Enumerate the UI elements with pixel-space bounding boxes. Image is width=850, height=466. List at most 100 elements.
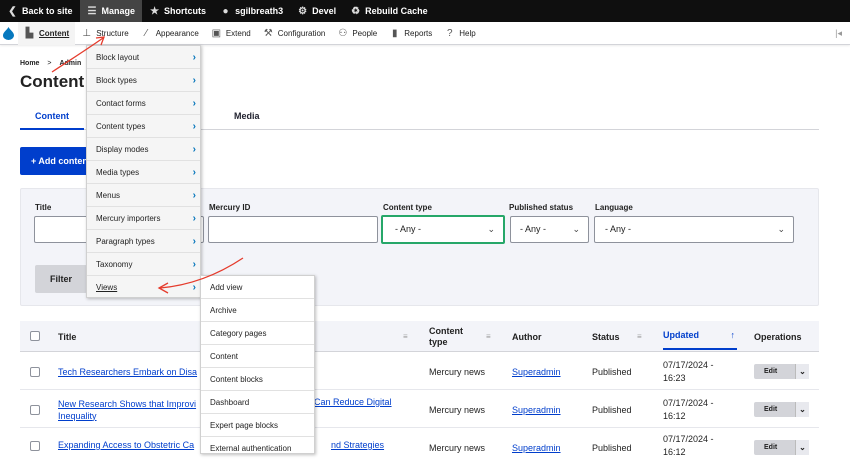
views-submenu: Add view Archive Category pages Content …	[200, 275, 315, 454]
manage-label: Manage	[101, 6, 136, 16]
chevron-down-icon: ⌄	[777, 224, 785, 234]
chevron-right-icon: ›	[192, 52, 196, 63]
menu-item-menus[interactable]: Menus ›	[87, 184, 200, 207]
tray-structure-label: Structure	[96, 28, 129, 38]
published-status-select[interactable]: - Any - ⌄	[510, 216, 589, 243]
row-updated-time: 16:12	[663, 410, 686, 421]
back-to-site-link[interactable]: ❮ Back to site	[0, 0, 80, 22]
breadcrumb-admin[interactable]: Admin	[59, 60, 81, 67]
tray-reports[interactable]: ▮ Reports	[383, 22, 438, 45]
menu-item-content-types[interactable]: Content types ›	[87, 115, 200, 138]
edit-dropbutton[interactable]: Edit ⌄	[754, 440, 809, 455]
drupal-logo[interactable]	[0, 22, 18, 45]
tab-content[interactable]: Content	[20, 108, 84, 130]
edit-dropbutton[interactable]: Edit ⌄	[754, 364, 809, 379]
breadcrumb-home[interactable]: Home	[20, 60, 39, 67]
tray-structure[interactable]: ⊥ Structure	[75, 22, 134, 45]
row-checkbox[interactable]	[30, 441, 40, 451]
help-icon: ?	[447, 27, 453, 39]
collapse-tray-icon[interactable]: |◂	[835, 28, 842, 39]
paintbrush-icon: ⁄	[145, 27, 148, 39]
menu-item-taxonomy[interactable]: Taxonomy ›	[87, 253, 200, 276]
star-icon: ★	[150, 5, 160, 17]
row-author-link[interactable]: Superadmin	[512, 391, 561, 428]
tray-people[interactable]: ⚇ People	[331, 22, 383, 45]
user-tab[interactable]: ● sgilbreath3	[213, 0, 290, 22]
row-checkbox[interactable]	[30, 405, 40, 415]
content-type-value: - Any -	[395, 224, 422, 234]
row-title-link-tail[interactable]: Can Reduce Digital	[314, 391, 392, 428]
submenu-item-expert-page-blocks[interactable]: Expert page blocks	[201, 414, 314, 437]
chevron-down-icon[interactable]: ⌄	[795, 364, 809, 379]
col-title[interactable]: Title	[58, 321, 76, 352]
menu-item-mercury-importers[interactable]: Mercury importers ›	[87, 207, 200, 230]
submenu-item-category-pages[interactable]: Category pages	[201, 322, 314, 345]
row-title-link-line2[interactable]: Inequality	[58, 410, 97, 422]
tab-media[interactable]: Media	[234, 108, 260, 130]
row-title-link[interactable]: New Research Shows that Improvi	[58, 398, 196, 410]
col-author[interactable]: Author	[512, 321, 542, 352]
people-icon: ⚇	[338, 27, 348, 39]
tray-content-label: Content	[39, 28, 70, 38]
table-header: Title ≡ Content type ≡ Author Status ≡ U…	[20, 321, 819, 352]
menu-item-label: Display modes	[96, 145, 149, 154]
rebuild-cache-tab[interactable]: ♻ Rebuild Cache	[343, 0, 435, 22]
menu-item-paragraph-types[interactable]: Paragraph types ›	[87, 230, 200, 253]
back-arrow-icon: ❮	[8, 5, 17, 17]
edit-dropbutton[interactable]: Edit ⌄	[754, 402, 809, 417]
row-updated: 07/17/2024 - 16:12	[663, 391, 714, 428]
row-updated: 07/17/2024 - 16:23	[663, 353, 714, 390]
submenu-item-content-blocks[interactable]: Content blocks	[201, 368, 314, 391]
chevron-right-icon: ›	[192, 259, 196, 270]
submenu-item-content[interactable]: Content	[201, 345, 314, 368]
col-updated[interactable]: Updated ↑	[663, 321, 737, 350]
shortcuts-tab[interactable]: ★ Shortcuts	[142, 0, 213, 22]
table-row: Expanding Access to Obstetric Ca nd Stra…	[20, 429, 819, 457]
sort-icon: ≡	[637, 332, 642, 341]
row-checkbox[interactable]	[30, 367, 40, 377]
tray-configuration[interactable]: ⚒ Configuration	[257, 22, 332, 45]
rebuild-cache-label: Rebuild Cache	[365, 6, 428, 16]
menu-item-display-modes[interactable]: Display modes ›	[87, 138, 200, 161]
col-status[interactable]: Status	[592, 321, 620, 352]
row-status: Published	[592, 366, 632, 377]
tray-help[interactable]: ? Help	[438, 22, 481, 45]
menu-item-views[interactable]: Views ›	[87, 276, 200, 299]
tray-configuration-label: Configuration	[277, 28, 326, 38]
submenu-item-add-view[interactable]: Add view	[201, 276, 314, 299]
row-author-link[interactable]: Superadmin	[512, 429, 561, 466]
language-select[interactable]: - Any - ⌄	[594, 216, 794, 243]
submenu-item-external-authentication[interactable]: External authentication	[201, 437, 314, 453]
filter-button[interactable]: Filter	[35, 265, 87, 293]
tray-content[interactable]: ▙ Content	[18, 21, 76, 45]
manage-tab[interactable]: ☰ Manage	[79, 0, 143, 22]
tray-people-label: People	[352, 28, 378, 38]
submenu-item-archive[interactable]: Archive	[201, 299, 314, 322]
gear-icon: ⚙	[298, 5, 308, 17]
wrench-icon: ⚒	[263, 27, 273, 39]
row-title-link-tail[interactable]: nd Strategies	[331, 429, 384, 461]
submenu-item-dashboard[interactable]: Dashboard	[201, 391, 314, 414]
menu-item-block-layout[interactable]: Block layout ›	[87, 46, 200, 69]
menu-item-contact-forms[interactable]: Contact forms ›	[87, 92, 200, 115]
menu-item-label: Block types	[96, 76, 137, 85]
chevron-down-icon[interactable]: ⌄	[795, 402, 809, 417]
tray-extend[interactable]: ▣ Extend	[205, 22, 257, 45]
row-title-link[interactable]: Tech Researchers Embark on Disa	[58, 353, 197, 390]
row-updated: 07/17/2024 - 16:12	[663, 429, 714, 466]
menu-item-media-types[interactable]: Media types ›	[87, 161, 200, 184]
chevron-down-icon[interactable]: ⌄	[795, 440, 809, 455]
devel-tab[interactable]: ⚙ Devel	[290, 0, 343, 22]
hamburger-icon: ☰	[87, 5, 97, 17]
col-operations: Operations	[754, 331, 802, 342]
tray-appearance[interactable]: ⁄ Appearance	[135, 22, 205, 45]
row-title-link[interactable]: Expanding Access to Obstetric Ca	[58, 429, 194, 461]
title-filter-label: Title	[35, 203, 52, 212]
col-content-type[interactable]: Content type	[429, 321, 463, 352]
row-author-link[interactable]: Superadmin	[512, 353, 561, 390]
content-type-select[interactable]: - Any - ⌄	[381, 215, 505, 244]
select-all-checkbox[interactable]	[30, 331, 40, 341]
chevron-right-icon: ›	[192, 236, 196, 247]
mercury-id-input[interactable]	[208, 216, 378, 243]
menu-item-block-types[interactable]: Block types ›	[87, 69, 200, 92]
